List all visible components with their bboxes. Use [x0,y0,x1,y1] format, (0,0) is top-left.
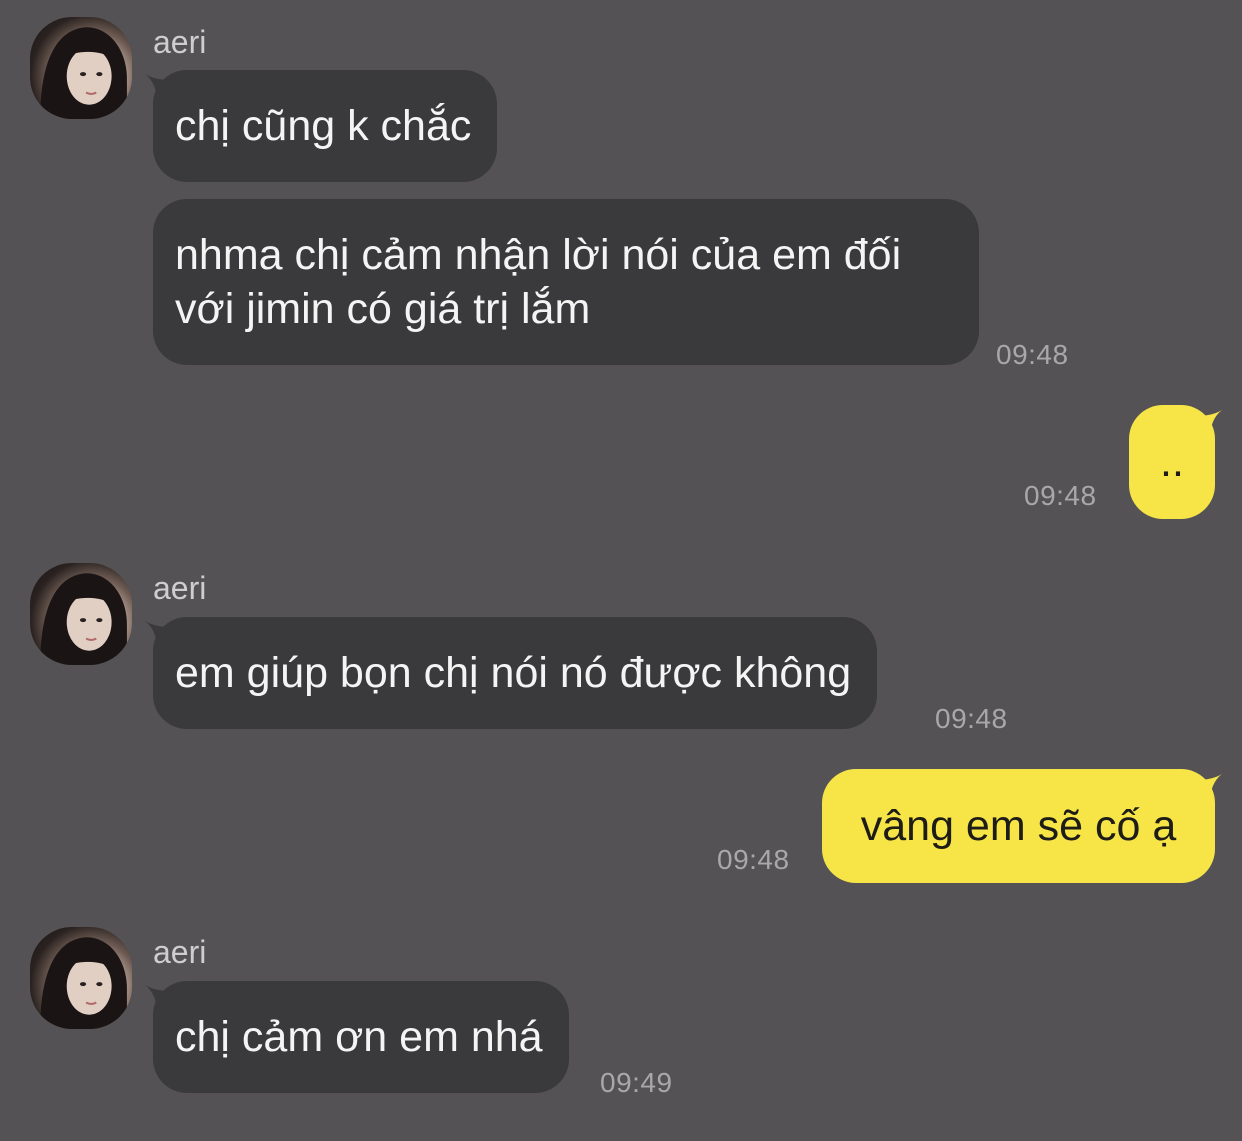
bubble-tail-icon [1198,410,1222,438]
message-text: em giúp bọn chị nói nó được không [175,649,852,697]
message-text: nhma chị cảm nhận lời nói của em đối với… [175,231,902,333]
message-bubble[interactable]: chị cũng k chắc [153,70,498,182]
message-timestamp: 09:49 [600,1067,673,1098]
message-timestamp: 09:48 [996,339,1069,370]
sender-name: aeri [153,934,207,970]
message-text: .. [1160,438,1184,486]
sender-name: aeri [153,570,207,606]
message-timestamp: 09:48 [717,844,790,875]
profile-photo-icon [40,937,127,1029]
message-bubble[interactable]: chị cảm ơn em nhá [153,981,569,1093]
message-bubble[interactable]: em giúp bọn chị nói nó được không [153,617,878,729]
message-bubble[interactable]: vâng em sẽ cố ạ [822,769,1215,883]
profile-photo-icon [40,27,127,119]
avatar-aeri[interactable] [30,17,132,119]
message-bubble[interactable]: nhma chị cảm nhận lời nói của em đối với… [153,199,979,365]
message-text: chị cảm ơn em nhá [175,1013,543,1061]
message-timestamp: 09:48 [1024,480,1097,511]
profile-photo-icon [40,573,127,665]
avatar-aeri[interactable] [30,563,132,665]
message-text: chị cũng k chắc [175,102,472,150]
message-text: vâng em sẽ cố ạ [860,802,1177,850]
sender-name: aeri [153,24,207,60]
bubble-tail-icon [1198,774,1222,802]
message-timestamp: 09:48 [935,703,1008,734]
avatar-aeri[interactable] [30,927,132,1029]
